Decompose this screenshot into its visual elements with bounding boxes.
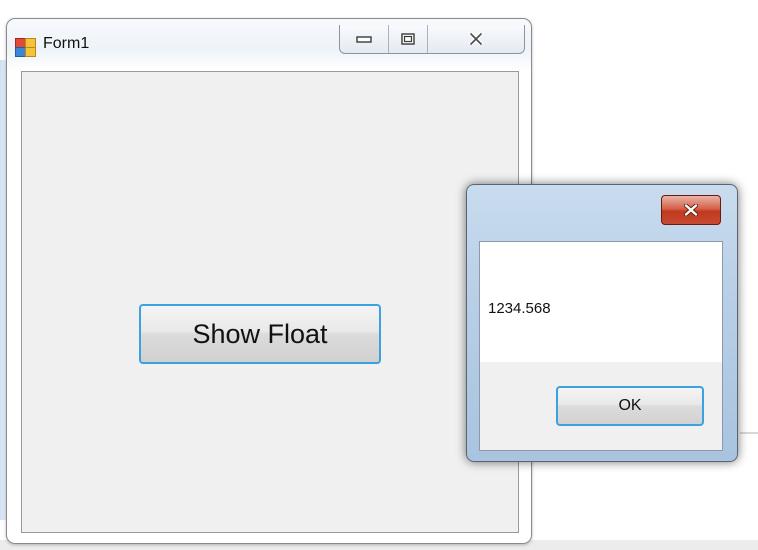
message-box: 1234.568 OK xyxy=(466,184,738,462)
ok-button[interactable]: OK xyxy=(556,386,704,426)
form-titlebar[interactable]: Form1 xyxy=(7,19,531,69)
close-button[interactable] xyxy=(428,25,524,53)
minimize-icon xyxy=(356,36,372,43)
maximize-button[interactable] xyxy=(389,25,428,53)
form-title: Form1 xyxy=(43,35,90,52)
background-divider xyxy=(740,432,758,434)
message-box-footer: OK xyxy=(480,362,722,450)
app-icon[interactable] xyxy=(15,38,36,57)
message-text: 1234.568 xyxy=(488,300,551,317)
show-float-button[interactable]: Show Float xyxy=(139,304,381,364)
message-box-content: 1234.568 OK xyxy=(479,241,723,451)
message-box-close-button[interactable] xyxy=(661,195,721,225)
caption-buttons xyxy=(339,25,525,54)
minimize-button[interactable] xyxy=(340,25,389,53)
close-icon xyxy=(469,33,483,45)
form-client-area: Show Float xyxy=(21,71,519,533)
maximize-icon xyxy=(401,33,415,45)
form-window: Form1 Show Float xyxy=(6,18,532,544)
close-icon xyxy=(683,204,699,216)
